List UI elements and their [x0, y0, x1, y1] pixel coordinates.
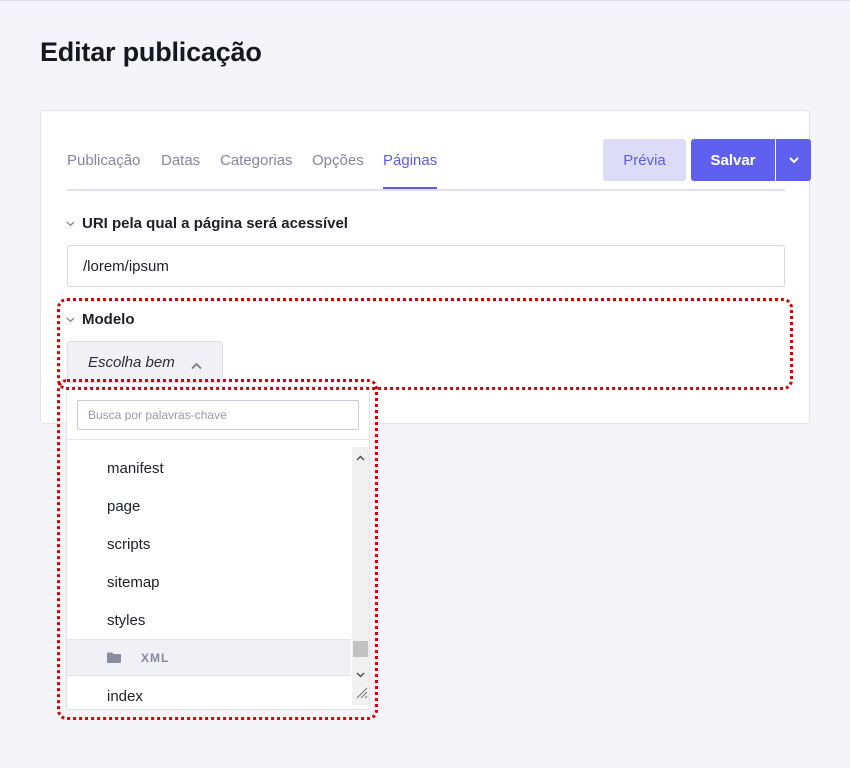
scroll-down-icon[interactable] — [352, 666, 369, 683]
tab-bar: Publicação Datas Categorias Opções Págin… — [67, 139, 811, 191]
option-manifest[interactable]: manifest — [67, 449, 351, 487]
uri-input[interactable]: /lorem/ipsum — [67, 245, 785, 287]
option-styles[interactable]: styles — [67, 601, 351, 639]
tab-opcoes[interactable]: Opções — [312, 152, 364, 189]
resize-handle-icon[interactable] — [354, 685, 368, 699]
tab-paginas[interactable]: Páginas — [383, 152, 438, 189]
template-section-header[interactable]: Modelo — [66, 311, 135, 328]
option-scripts[interactable]: scripts — [67, 525, 351, 563]
template-section-label: Modelo — [82, 311, 135, 328]
template-dropdown: manifest page scripts sitemap styles XML… — [66, 386, 370, 710]
edit-card: Publicação Datas Categorias Opções Págin… — [40, 110, 811, 424]
preview-button[interactable]: Prévia — [603, 139, 686, 181]
scrollbar-thumb[interactable] — [353, 641, 368, 657]
scroll-up-icon[interactable] — [352, 449, 369, 466]
save-button[interactable]: Salvar — [691, 139, 775, 181]
uri-section-label: URI pela qual a página será acessível — [82, 215, 348, 232]
chevron-down-icon — [66, 315, 82, 325]
keyword-search-input[interactable] — [77, 400, 359, 430]
option-page[interactable]: page — [67, 487, 351, 525]
option-index[interactable]: index — [67, 677, 351, 709]
top-border — [0, 0, 850, 1]
option-sitemap[interactable]: sitemap — [67, 563, 351, 601]
chevron-down-icon — [66, 219, 82, 229]
chevron-up-icon — [191, 357, 202, 374]
page-title: Editar publicação — [40, 37, 262, 67]
save-menu-button[interactable] — [776, 139, 811, 181]
tab-datas[interactable]: Datas — [161, 152, 200, 189]
tab-categorias[interactable]: Categorias — [220, 152, 293, 189]
option-group-xml: XML — [67, 639, 351, 676]
chevron-down-icon — [788, 156, 799, 163]
tab-publicacao[interactable]: Publicação — [67, 152, 140, 189]
template-select-placeholder: Escolha bem — [88, 353, 175, 371]
folder-icon — [107, 652, 121, 663]
dropdown-search-area — [67, 387, 369, 440]
template-select[interactable]: Escolha bem — [67, 341, 223, 383]
option-group-label: XML — [141, 650, 170, 665]
dropdown-scrollbar[interactable] — [352, 447, 369, 705]
uri-section-header[interactable]: URI pela qual a página será acessível — [66, 215, 348, 232]
